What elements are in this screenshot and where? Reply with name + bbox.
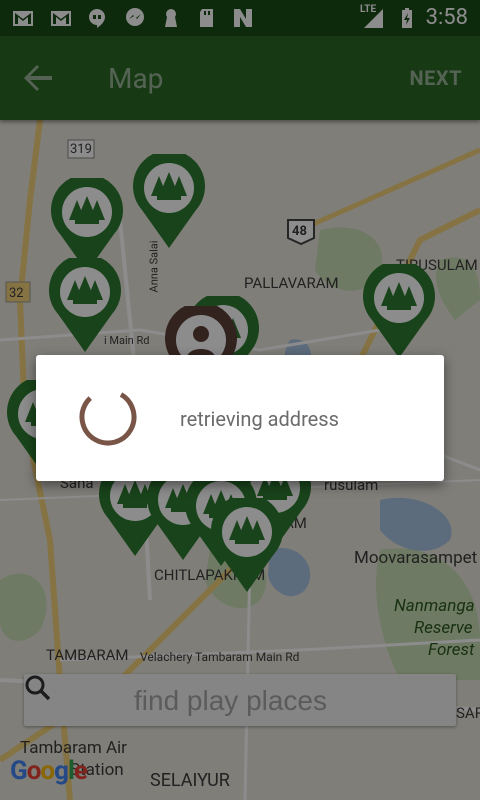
dialog-message: retrieving address — [180, 407, 339, 431]
loading-spinner-icon — [79, 388, 137, 446]
progress-dialog: retrieving address — [36, 355, 444, 481]
